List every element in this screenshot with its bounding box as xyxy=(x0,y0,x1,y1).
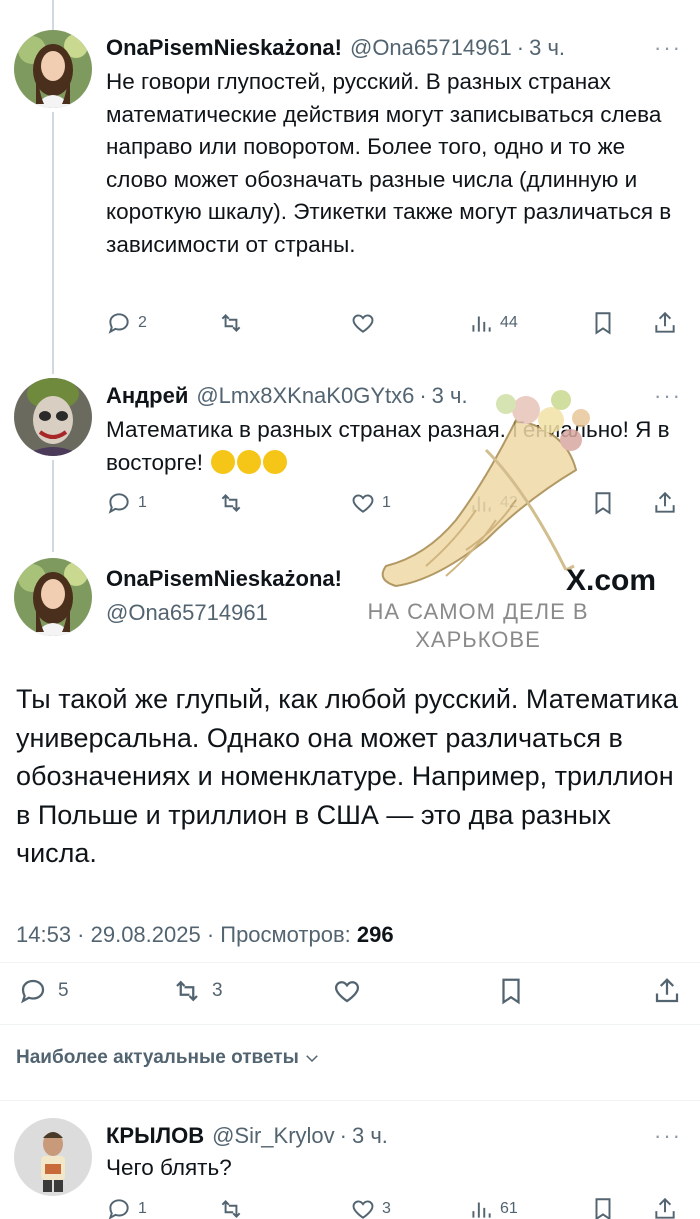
like-button[interactable]: 3 xyxy=(350,1196,391,1219)
avatar[interactable] xyxy=(14,1118,92,1196)
action-bar: 2 44 xyxy=(106,310,684,340)
main-tweet-meta: 14:53 · 29.08.2025 · Просмотров: 296 xyxy=(16,922,394,948)
reply-count: 5 xyxy=(58,980,69,1001)
share-icon xyxy=(655,491,675,513)
bookmark-button[interactable] xyxy=(496,976,526,1006)
replies-sort-label: Наиболее актуальные ответы xyxy=(16,1047,299,1068)
chevron-down-icon xyxy=(306,1055,318,1063)
share-button[interactable] xyxy=(652,976,682,1006)
more-icon[interactable]: ··· xyxy=(654,35,682,61)
divider xyxy=(0,1024,700,1025)
views-count: 296 xyxy=(356,922,394,947)
bookmark-button[interactable] xyxy=(590,310,616,336)
more-icon[interactable]: ··· xyxy=(654,1123,682,1149)
bookmark-icon xyxy=(595,1198,611,1219)
author-handle[interactable]: @Sir_Krylov xyxy=(212,1123,335,1149)
post-time[interactable]: 3 ч. xyxy=(529,35,565,61)
share-button[interactable] xyxy=(652,310,678,336)
tweet-text: Не говори глупостей, русский. В разных с… xyxy=(106,69,672,257)
repost-icon xyxy=(221,1200,241,1218)
divider xyxy=(0,1100,700,1101)
repost-icon xyxy=(221,314,241,332)
repost-button[interactable]: 3 xyxy=(172,976,223,1006)
reply-icon xyxy=(21,979,45,1004)
separator-dot: · xyxy=(339,1123,347,1148)
reply-count: 2 xyxy=(138,314,147,331)
bookmark-icon xyxy=(595,312,611,335)
repost-button[interactable] xyxy=(218,1196,244,1219)
reply-button[interactable]: 5 xyxy=(18,976,69,1006)
like-count: 3 xyxy=(382,1200,391,1217)
tweet-text: Чего блять? xyxy=(106,1155,232,1180)
reply-button[interactable]: 1 xyxy=(106,490,147,516)
reply-count: 1 xyxy=(138,1200,147,1217)
share-button[interactable] xyxy=(652,490,678,516)
bookmark-button[interactable] xyxy=(590,1196,616,1219)
main-author-name[interactable]: OnaPisemNieskażona! xyxy=(106,566,342,592)
bookmark-icon xyxy=(502,978,520,1005)
like-button[interactable] xyxy=(350,310,376,336)
reply-button[interactable]: 1 xyxy=(106,1196,147,1219)
thread-line-1 xyxy=(52,112,54,374)
views-icon xyxy=(472,316,491,332)
repost-button[interactable] xyxy=(218,490,244,516)
share-button[interactable] xyxy=(652,1196,678,1219)
views-button[interactable]: 44 xyxy=(468,310,518,336)
reply-icon xyxy=(108,313,129,334)
timestamp[interactable]: 14:53 · 29.08.2025 · Просмотров: xyxy=(16,922,351,947)
author-name[interactable]: КРЫЛОВ xyxy=(106,1123,204,1149)
like-button[interactable] xyxy=(332,976,362,1006)
xcom-logo: X.com xyxy=(566,564,657,597)
repost-count: 3 xyxy=(212,980,223,1001)
share-icon xyxy=(655,311,675,333)
main-action-bar: 5 3 xyxy=(16,976,684,1008)
share-icon xyxy=(655,1197,675,1219)
action-bar: 1 3 61 xyxy=(106,1196,684,1219)
repost-button[interactable] xyxy=(218,310,244,336)
repost-icon xyxy=(221,494,241,512)
avatar-woman-image xyxy=(14,558,92,636)
views-count: 44 xyxy=(500,314,518,331)
reply-count: 1 xyxy=(138,494,147,511)
avatar-man-image xyxy=(14,1118,92,1196)
replies-sort-dropdown[interactable]: Наиболее актуальные ответы xyxy=(16,1047,321,1069)
reply-icon xyxy=(108,493,129,514)
reply-icon xyxy=(108,1199,129,1219)
watermark-caption: НА САМОМ ДЕЛЕ В ХАРЬКОВЕ xyxy=(367,599,589,652)
author-name[interactable]: OnaPisemNieskażona! xyxy=(106,35,342,61)
views-icon xyxy=(472,1202,491,1218)
avatar[interactable] xyxy=(14,378,92,456)
post-time[interactable]: 3 ч. xyxy=(352,1123,388,1149)
thread-line-2 xyxy=(52,460,54,552)
author-handle[interactable]: @Ona65714961 xyxy=(350,35,512,61)
more-icon[interactable]: ··· xyxy=(654,383,682,409)
main-avatar[interactable] xyxy=(14,558,92,636)
like-icon xyxy=(334,981,360,1003)
reply-button[interactable]: 2 xyxy=(106,310,147,336)
author-name[interactable]: Андрей xyxy=(106,383,188,409)
rofl-emoji-icon xyxy=(237,449,262,474)
like-icon xyxy=(352,314,374,333)
share-icon xyxy=(655,978,679,1003)
main-tweet-text: Ты такой же глупый, как любой русский. М… xyxy=(16,684,679,868)
avatar-woman-image xyxy=(14,30,92,108)
views-count: 61 xyxy=(500,1200,518,1217)
like-icon xyxy=(352,1200,374,1219)
divider xyxy=(0,962,700,963)
repost-icon xyxy=(176,980,198,1002)
avatar-joker-image xyxy=(14,378,92,456)
rofl-emoji-icon xyxy=(211,449,236,474)
separator-dot: · xyxy=(516,35,525,60)
views-button[interactable]: 61 xyxy=(468,1196,518,1219)
avatar[interactable] xyxy=(14,30,92,108)
thread-line-top xyxy=(52,0,54,30)
main-author-handle[interactable]: @Ona65714961 xyxy=(106,600,268,626)
rofl-emoji-icon xyxy=(263,449,288,474)
